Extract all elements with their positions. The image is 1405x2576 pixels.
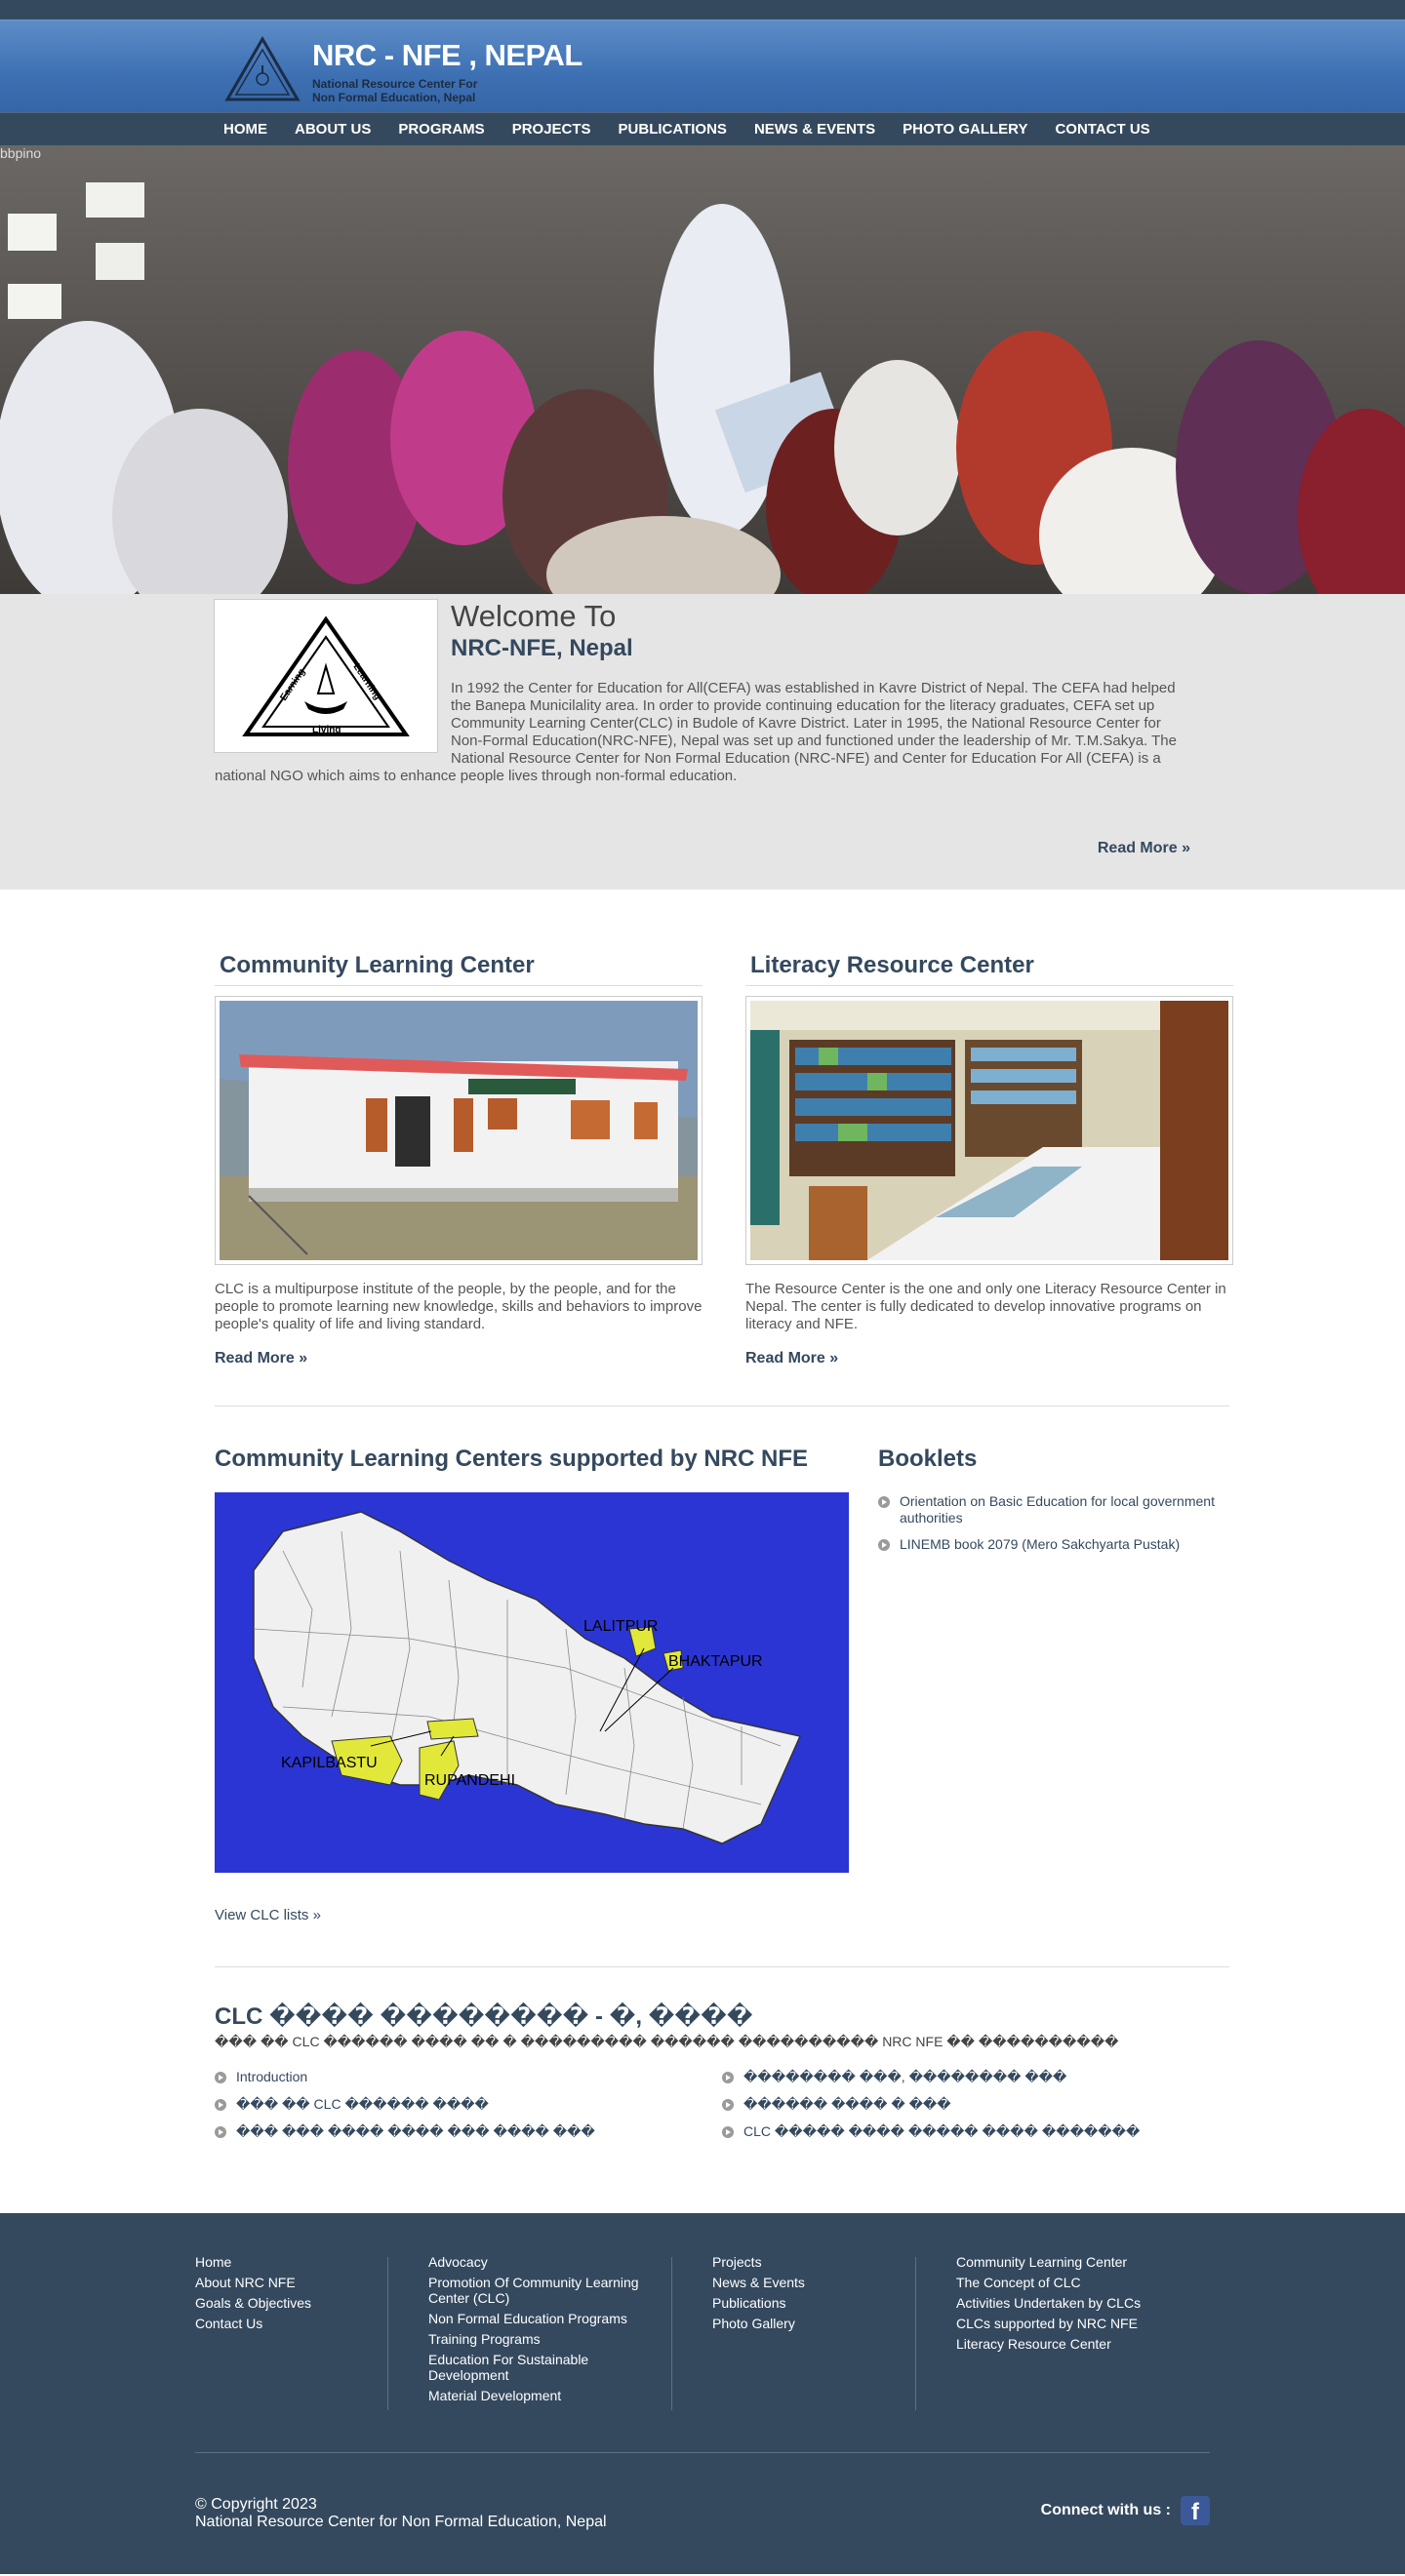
map-label-lalitpur: LALITPUR <box>583 1618 658 1635</box>
clc-list-item[interactable]: �������� ���, �������� ��� <box>722 2069 1190 2085</box>
footer-divider <box>387 2257 388 2410</box>
map-label-kapilbastu: KAPILBASTU <box>281 1755 378 1771</box>
footer-link[interactable]: Projects <box>712 2254 888 2270</box>
copyright: © Copyright 2023 National Resource Cente… <box>195 2496 607 2530</box>
lrc-read-more-link[interactable]: Read More » <box>745 1350 1233 1367</box>
nav-projects[interactable]: PROJECTS <box>499 113 605 146</box>
footer-link[interactable]: The Concept of CLC <box>956 2275 1171 2290</box>
footer-col-clc: Community Learning Center The Concept of… <box>956 2254 1171 2357</box>
nav-programs[interactable]: PROGRAMS <box>384 113 498 146</box>
footer-link[interactable]: Photo Gallery <box>712 2316 888 2331</box>
footer-link[interactable]: CLCs supported by NRC NFE <box>956 2316 1171 2331</box>
clc-photo <box>215 996 702 1265</box>
clc-section: CLC ���� �������� - �, ���� ��� �� CLC �… <box>0 1967 1405 2213</box>
logo-triangle-icon <box>224 36 301 101</box>
footer-col-programs: Advocacy Promotion Of Community Learning… <box>428 2254 643 2408</box>
booklet-item[interactable]: LINEMB book 2079 (Mero Sakchyarta Pustak… <box>878 1536 1229 1553</box>
footer-divider <box>915 2257 916 2410</box>
clc-card: Community Learning Center CLC is a multi… <box>215 952 702 1367</box>
main-nav: HOME ABOUT US PROGRAMS PROJECTS PUBLICAT… <box>0 112 1405 145</box>
lrc-card-text: The Resource Center is the one and only … <box>745 1281 1226 1332</box>
clc-list-item[interactable]: Introduction <box>215 2069 683 2085</box>
map-section: Community Learning Centers supported by … <box>0 1407 1405 1967</box>
site-header: NRC - NFE , NEPAL National Resource Cent… <box>0 20 1405 112</box>
clc-list-right: �������� ���, �������� ��� ������ ���� �… <box>722 2069 1190 2151</box>
footer-link[interactable]: Non Formal Education Programs <box>428 2311 643 2326</box>
booklets-title: Booklets <box>878 1446 978 1472</box>
social-connect: Connect with us : f <box>1041 2496 1210 2525</box>
view-clc-lists-link[interactable]: View CLC lists » <box>215 1907 321 1923</box>
lrc-card-title: Literacy Resource Center <box>745 952 1233 986</box>
arrow-bullet-icon <box>722 2099 734 2111</box>
nav-contact-us[interactable]: CONTACT US <box>1041 113 1163 146</box>
footer-col-main: Home About NRC NFE Goals & Objectives Co… <box>195 2254 381 2336</box>
site-footer: Home About NRC NFE Goals & Objectives Co… <box>0 2213 1405 2574</box>
booklets-list: Orientation on Basic Education for local… <box>878 1493 1229 1563</box>
nav-photo-gallery[interactable]: PHOTO GALLERY <box>889 113 1041 146</box>
arrow-bullet-icon <box>878 1539 890 1551</box>
clc-list-item[interactable]: CLC ����� ���� ����� ���� ������� <box>722 2123 1190 2140</box>
facebook-icon[interactable]: f <box>1181 2496 1210 2525</box>
map-title: Community Learning Centers supported by … <box>215 1446 809 1472</box>
arrow-bullet-icon <box>722 2072 734 2083</box>
clc-card-text: CLC is a multipurpose institute of the p… <box>215 1281 702 1332</box>
hero-alt-text: bbpino <box>0 145 42 161</box>
footer-link[interactable]: Activities Undertaken by CLCs <box>956 2295 1171 2311</box>
hero-banner: bbpino <box>0 145 1405 594</box>
arrow-bullet-icon <box>722 2126 734 2138</box>
clc-card-title: Community Learning Center <box>215 952 702 986</box>
arrow-bullet-icon <box>215 2126 226 2138</box>
nav-home[interactable]: HOME <box>210 113 281 146</box>
arrow-bullet-icon <box>878 1496 890 1508</box>
clc-read-more-link[interactable]: Read More » <box>215 1350 702 1367</box>
welcome-read-more-link[interactable]: Read More » <box>1098 840 1190 857</box>
clc-section-subtitle: ��� �� CLC ������ ���� �� � ��������� ��… <box>215 2034 1119 2049</box>
footer-link[interactable]: Education For Sustainable Development <box>428 2352 643 2383</box>
footer-link[interactable]: Community Learning Center <box>956 2254 1171 2270</box>
svg-text:Living: Living <box>312 725 341 735</box>
footer-link[interactable]: About NRC NFE <box>195 2275 381 2290</box>
footer-link[interactable]: Contact Us <box>195 2316 381 2331</box>
lrc-card: Literacy Resource Center The Resource Ce… <box>745 952 1233 1367</box>
site-title: NRC - NFE , NEPAL <box>312 38 582 72</box>
footer-link[interactable]: Literacy Resource Center <box>956 2336 1171 2352</box>
arrow-bullet-icon <box>215 2072 226 2083</box>
clc-list-item[interactable]: ��� �� CLC ������ ���� <box>215 2096 683 2113</box>
footer-link[interactable]: Advocacy <box>428 2254 643 2270</box>
map-label-bhaktapur: BHAKTAPUR <box>668 1653 763 1670</box>
nav-news-events[interactable]: NEWS & EVENTS <box>741 113 889 146</box>
booklet-item[interactable]: Orientation on Basic Education for local… <box>878 1493 1229 1526</box>
lrc-photo <box>745 996 1233 1265</box>
footer-link[interactable]: Home <box>195 2254 381 2270</box>
nav-about-us[interactable]: ABOUT US <box>281 113 384 146</box>
footer-divider <box>671 2257 672 2410</box>
clc-section-title: CLC ���� �������� - �, ���� <box>215 2003 753 2030</box>
footer-col-resources: Projects News & Events Publications Phot… <box>712 2254 888 2336</box>
clc-list-left: Introduction ��� �� CLC ������ ���� ��� … <box>215 2069 683 2151</box>
site-logo[interactable]: NRC - NFE , NEPAL National Resource Cent… <box>224 36 582 104</box>
literacy-logo-icon: Earning Learning Living <box>242 615 410 736</box>
centers-section: Community Learning Center CLC is a multi… <box>0 890 1405 1407</box>
footer-link[interactable]: Training Programs <box>428 2331 643 2347</box>
nav-publications[interactable]: PUBLICATIONS <box>605 113 741 146</box>
site-subtitle: National Resource Center For Non Formal … <box>312 77 478 104</box>
svg-text:Earning: Earning <box>278 667 307 703</box>
footer-link[interactable]: Promotion Of Community Learning Center (… <box>428 2275 643 2306</box>
connect-label: Connect with us : <box>1040 2502 1171 2518</box>
top-bar <box>0 0 1405 20</box>
hero-photo <box>0 145 1405 594</box>
welcome-logo: Earning Learning Living <box>215 600 437 752</box>
footer-rule <box>195 2452 1210 2453</box>
footer-link[interactable]: Goals & Objectives <box>195 2295 381 2311</box>
footer-link[interactable]: Material Development <box>428 2388 643 2403</box>
arrow-bullet-icon <box>215 2099 226 2111</box>
clc-list-item[interactable]: ������ ���� � ��� <box>722 2096 1190 2113</box>
map-label-rupandehi: RUPANDEHI <box>424 1772 515 1789</box>
footer-link[interactable]: News & Events <box>712 2275 888 2290</box>
clc-list-item[interactable]: ��� ��� ���� ���� ��� ���� ��� <box>215 2123 683 2140</box>
nepal-map: LALITPUR BHAKTAPUR KAPILBASTU RUPANDEHI <box>215 1492 849 1873</box>
welcome-section: Earning Learning Living Welcome To NRC-N… <box>0 594 1405 890</box>
footer-link[interactable]: Publications <box>712 2295 888 2311</box>
